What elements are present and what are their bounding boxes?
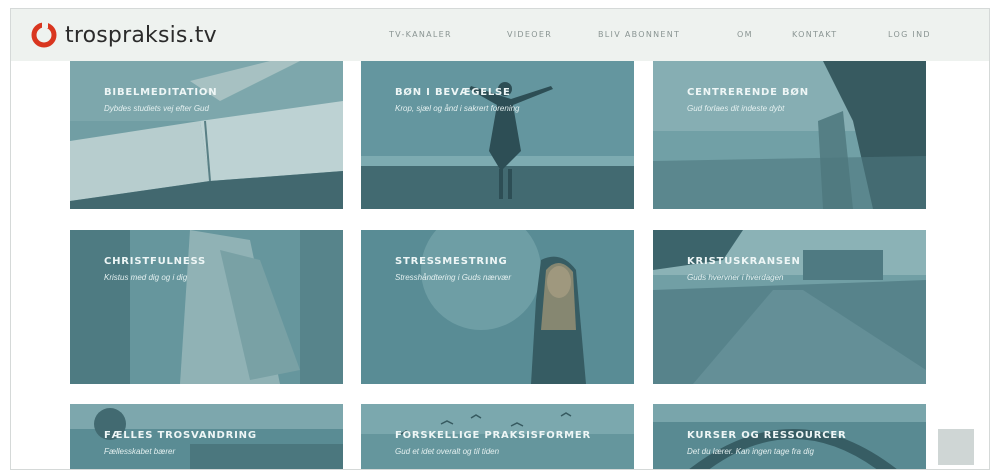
tile-title: FÆLLES TROSVANDRING <box>104 430 257 441</box>
tile-subtitle: Fællesskabet bærer <box>104 447 176 456</box>
tile-title: CENTRERENDE BØN <box>687 87 809 98</box>
nav-tv-kanaler[interactable]: TV-KANALER <box>389 30 452 39</box>
tile-title: KRISTUSKRANSEN <box>687 256 801 267</box>
tile-bibelmeditation[interactable]: BIBELMEDITATION Dybdes studiets vej efte… <box>70 61 343 209</box>
tile-subtitle: Det du lærer. Kan ingen tage fra dig <box>687 447 814 456</box>
tile-overlay <box>70 61 343 209</box>
nav-kontakt[interactable]: KONTAKT <box>792 30 837 39</box>
nav-bliv-abonnent[interactable]: BLIV ABONNENT <box>598 30 680 39</box>
brand-name: trospraksis.tv <box>65 22 217 48</box>
tile-subtitle: Kristus med dig og i dig <box>104 273 188 282</box>
tile-overlay <box>653 61 926 209</box>
tile-title: STRESSMESTRING <box>395 256 508 267</box>
nav-log-ind[interactable]: LOG IND <box>888 30 931 39</box>
tile-subtitle: Krop, sjæl og ånd i sakrert forening <box>395 104 520 113</box>
tile-christfulness[interactable]: CHRISTFULNESS Kristus med dig og i dig <box>70 230 343 384</box>
logo-ring-icon <box>31 22 57 48</box>
tile-overlay <box>361 61 634 209</box>
tile-subtitle: Gud et idet overalt og til tiden <box>395 447 500 456</box>
tile-centrerende-boen[interactable]: CENTRERENDE BØN Gud forlaes dit indeste … <box>653 61 926 209</box>
tile-forskellige-praksisformer[interactable]: FORSKELLIGE PRAKSISFORMER Gud et idet ov… <box>361 404 634 469</box>
tile-kristuskransen[interactable]: KRISTUSKRANSEN Guds hvervner i hverdagen <box>653 230 926 384</box>
site-logo[interactable]: trospraksis.tv <box>31 22 217 48</box>
tile-title: KURSER OG RESSOURCER <box>687 430 847 441</box>
nav-om[interactable]: OM <box>737 30 753 39</box>
tile-title: CHRISTFULNESS <box>104 256 207 267</box>
tile-faelles-trosvandring[interactable]: FÆLLES TROSVANDRING Fællesskabet bærer <box>70 404 343 469</box>
browser-frame: BIBELMEDITATION Dybdes studiets vej efte… <box>10 8 990 470</box>
tile-overlay <box>70 230 343 384</box>
tile-subtitle: Gud forlaes dit indeste dybt <box>687 104 785 113</box>
tile-subtitle: Guds hvervner i hverdagen <box>687 273 784 282</box>
tile-overlay <box>361 230 634 384</box>
tile-overlay <box>653 230 926 384</box>
tile-boen-i-bevaegelse[interactable]: BØN I BEVÆGELSE Krop, sjæl og ånd i sakr… <box>361 61 634 209</box>
tile-title: BIBELMEDITATION <box>104 87 218 98</box>
tile-title: BØN I BEVÆGELSE <box>395 87 511 98</box>
tile-subtitle: Dybdes studiets vej efter Gud <box>104 104 209 113</box>
site-header: trospraksis.tv TV-KANALER VIDEOER BLIV A… <box>11 9 989 61</box>
tile-title: FORSKELLIGE PRAKSISFORMER <box>395 430 591 441</box>
scroll-to-top-button[interactable] <box>938 429 974 465</box>
tile-stressmestring[interactable]: STRESSMESTRING Stresshåndtering i Guds n… <box>361 230 634 384</box>
tile-subtitle: Stresshåndtering i Guds nærvær <box>395 273 512 282</box>
nav-videoer[interactable]: VIDEOER <box>507 30 552 39</box>
tile-kurser-og-ressourcer[interactable]: KURSER OG RESSOURCER Det du lærer. Kan i… <box>653 404 926 469</box>
video-category-grid: BIBELMEDITATION Dybdes studiets vej efte… <box>11 9 989 469</box>
